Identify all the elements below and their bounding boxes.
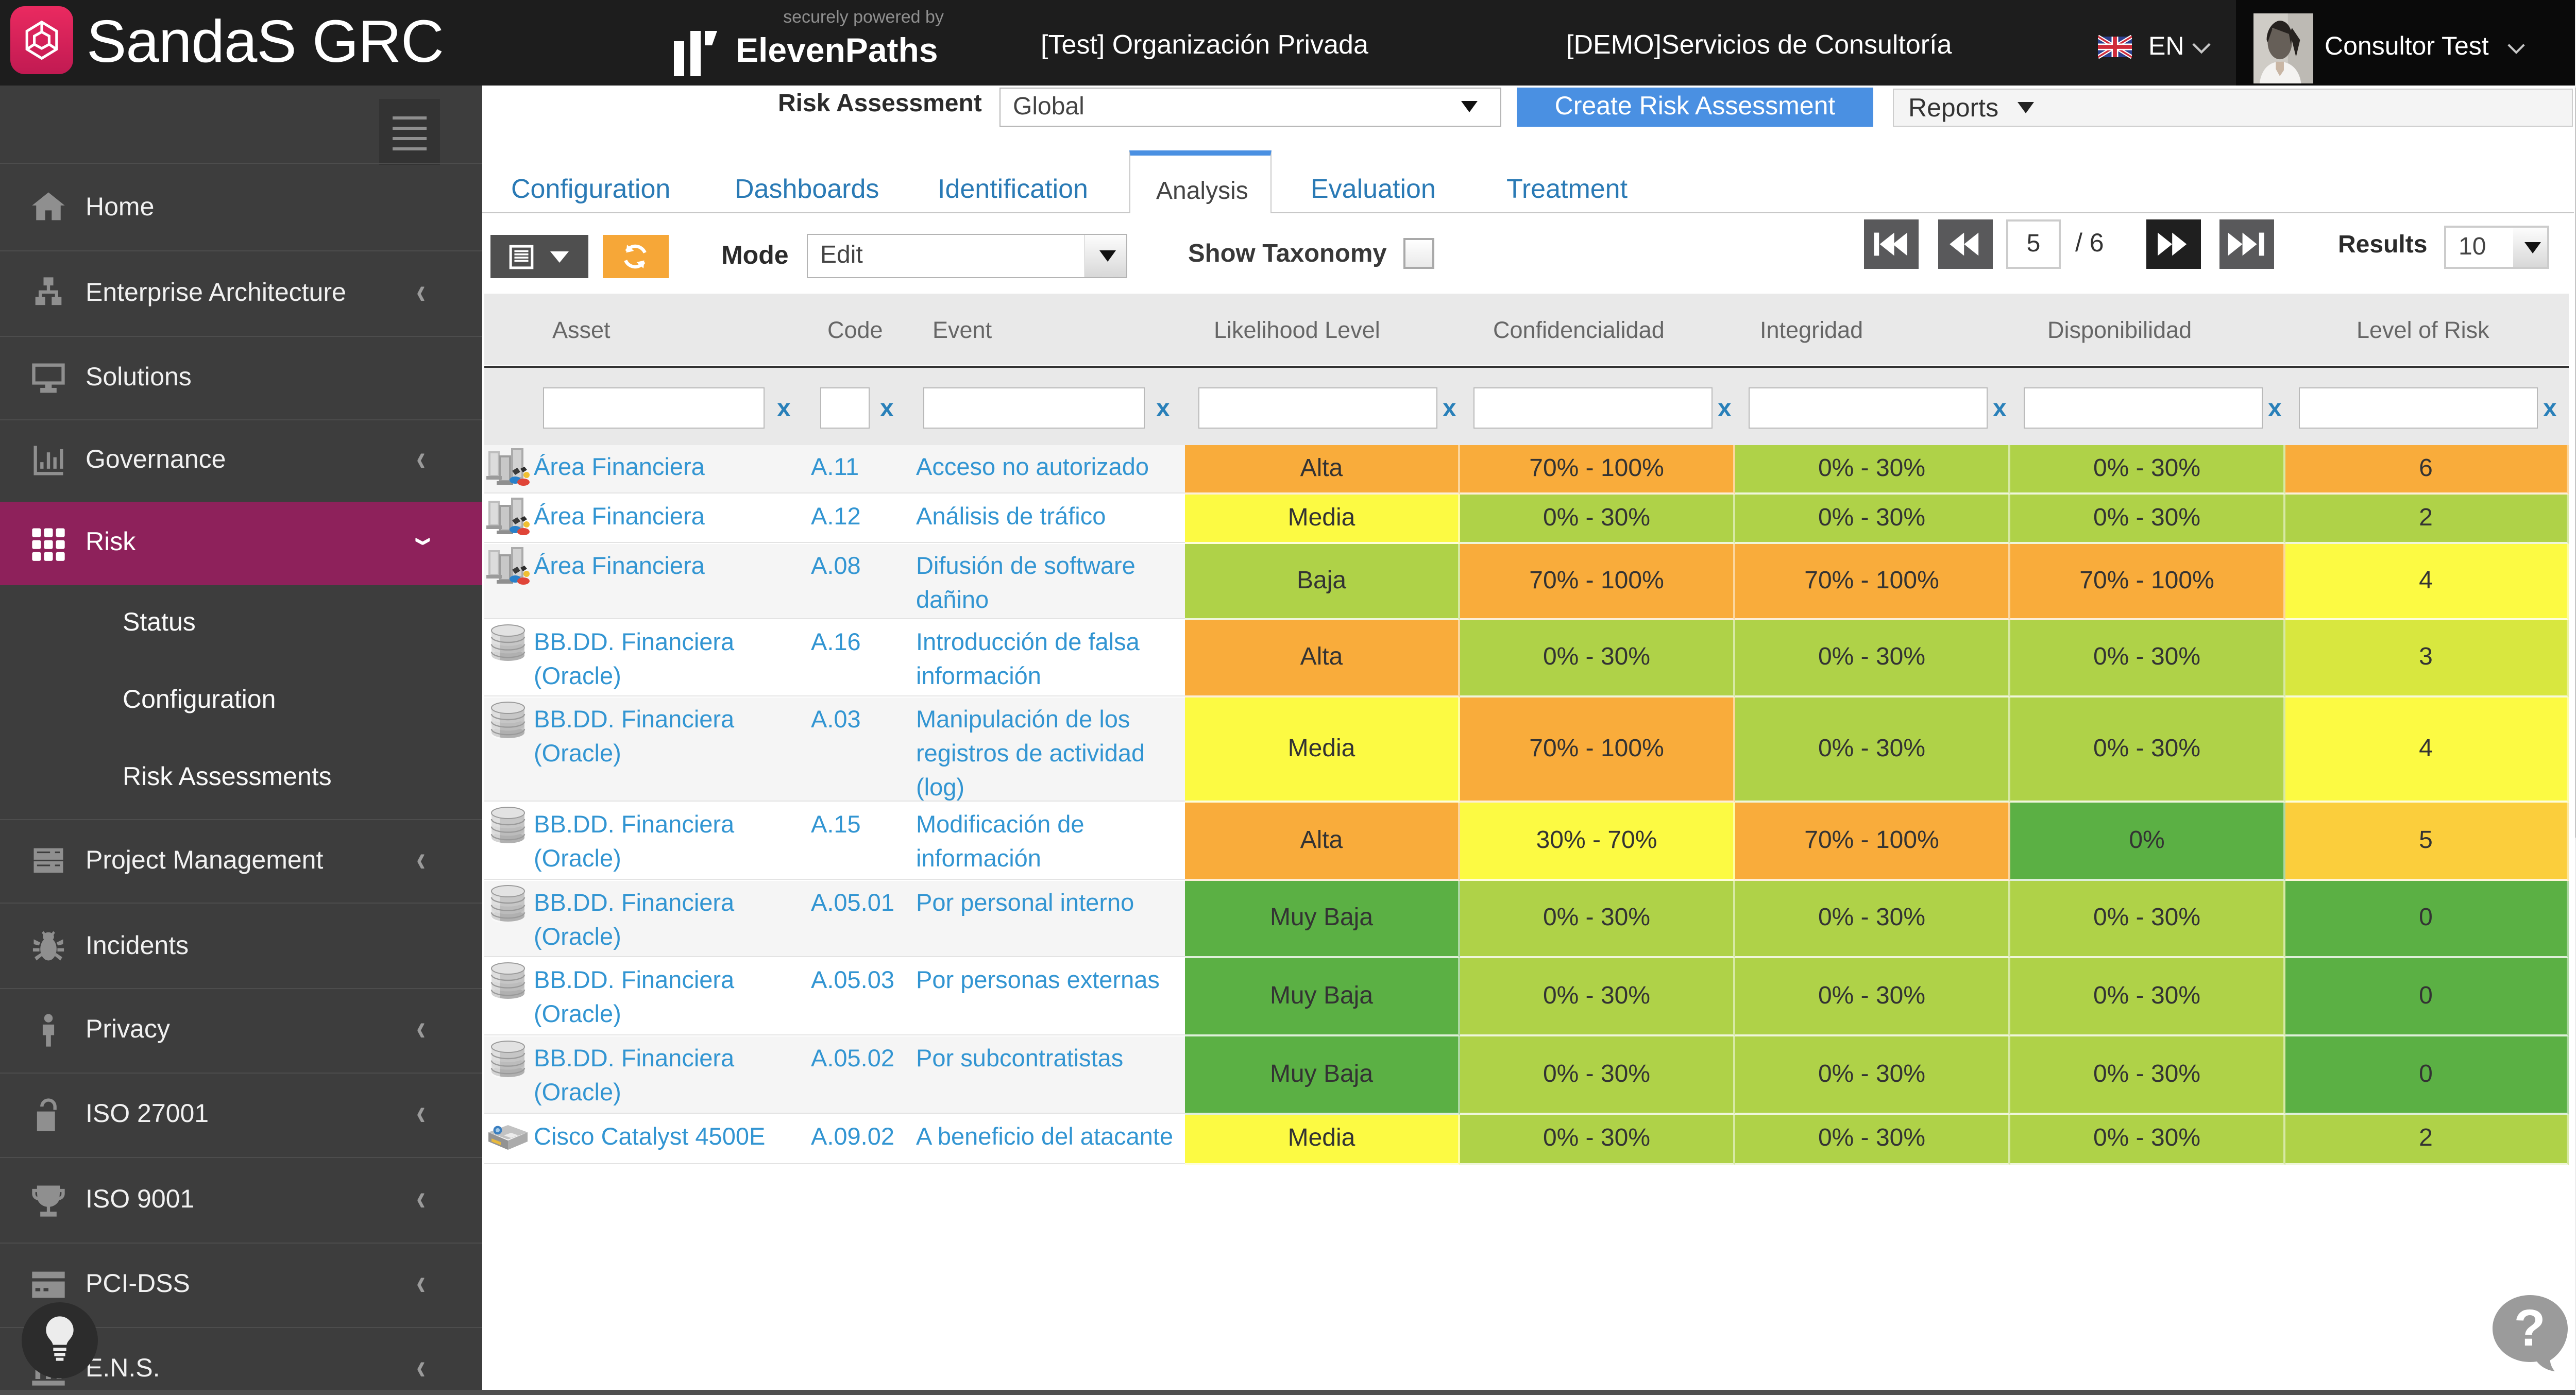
svg-text:?: ? bbox=[2514, 1299, 2545, 1357]
